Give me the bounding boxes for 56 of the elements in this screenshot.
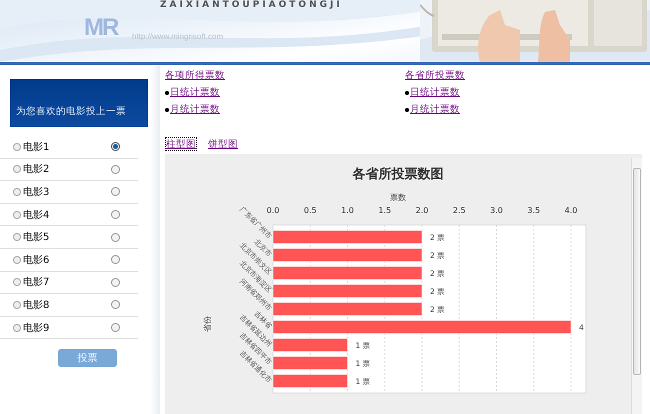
tick-label: 1.5 <box>378 206 392 215</box>
chart-tab[interactable]: 饼型图 <box>207 137 239 151</box>
movie-label: 电影9 <box>23 322 50 335</box>
movie-label: 电影8 <box>23 298 50 312</box>
radio-button[interactable] <box>111 142 120 152</box>
tick-label: 0.0 <box>266 206 280 215</box>
tick-label: 2.5 <box>452 206 466 215</box>
link[interactable]: 日统计票数 <box>170 86 220 99</box>
radio-button[interactable] <box>111 210 120 220</box>
bullet-icon <box>405 108 409 112</box>
bullet-icon <box>165 90 169 94</box>
radio-button[interactable] <box>111 164 120 174</box>
movie-label: 电影3 <box>23 186 50 199</box>
chart-tab[interactable]: 柱型图 <box>165 137 197 151</box>
movie-label: 电影4 <box>23 208 50 222</box>
tick-label: 3.5 <box>527 206 540 215</box>
axis-title: 省份 <box>203 316 212 332</box>
link[interactable]: 各项所得票数 <box>165 69 405 82</box>
bullet-icon <box>13 256 21 264</box>
bullet-icon <box>13 165 21 174</box>
bullet-icon <box>165 108 169 112</box>
tick-label: 0.5 <box>304 206 317 215</box>
movie-label: 电影1 <box>23 140 50 154</box>
bullet-icon <box>405 90 409 94</box>
movie-label: 电影6 <box>23 254 50 267</box>
bullet-icon <box>13 233 21 242</box>
banner-url: http://www.mingrisoft.com <box>132 32 224 41</box>
link[interactable]: 各省所投票数 <box>405 69 645 82</box>
bullet-icon <box>13 210 21 219</box>
radio-button[interactable] <box>111 232 120 242</box>
link[interactable]: 月统计票数 <box>410 103 460 116</box>
movie-label: 电影7 <box>23 276 50 290</box>
bullet-icon <box>13 142 21 151</box>
radio-button[interactable] <box>111 278 120 287</box>
radio-button[interactable] <box>111 187 120 196</box>
radio-button[interactable] <box>111 300 120 310</box>
radio-button[interactable] <box>111 255 120 264</box>
bullet-icon <box>13 324 21 332</box>
movie-label: 电影5 <box>23 230 50 244</box>
movie-label: 电影2 <box>23 162 50 176</box>
radio-button[interactable] <box>111 323 120 332</box>
bullet-icon <box>13 300 21 309</box>
scrollbar[interactable] <box>631 158 642 414</box>
tick-label: 1.0 <box>341 206 354 215</box>
bullet-icon <box>13 278 21 286</box>
axis-title: 票数 <box>390 193 406 202</box>
logo: MR <box>84 14 118 42</box>
tick-label: 3.0 <box>490 206 503 215</box>
link[interactable]: 月统计票数 <box>170 103 220 116</box>
tick-label: 4.0 <box>564 206 578 215</box>
bullet-icon <box>13 188 21 196</box>
chart-title: 各省所投票数图 <box>352 167 444 182</box>
link[interactable]: 日统计票数 <box>410 86 460 99</box>
tick-label: 2.0 <box>416 206 428 215</box>
sidebar-header: 为您喜欢的电影投上一票 <box>10 79 148 127</box>
banner-subtitle: ZAIXIANTOUPIAOTONGJI <box>160 0 343 10</box>
